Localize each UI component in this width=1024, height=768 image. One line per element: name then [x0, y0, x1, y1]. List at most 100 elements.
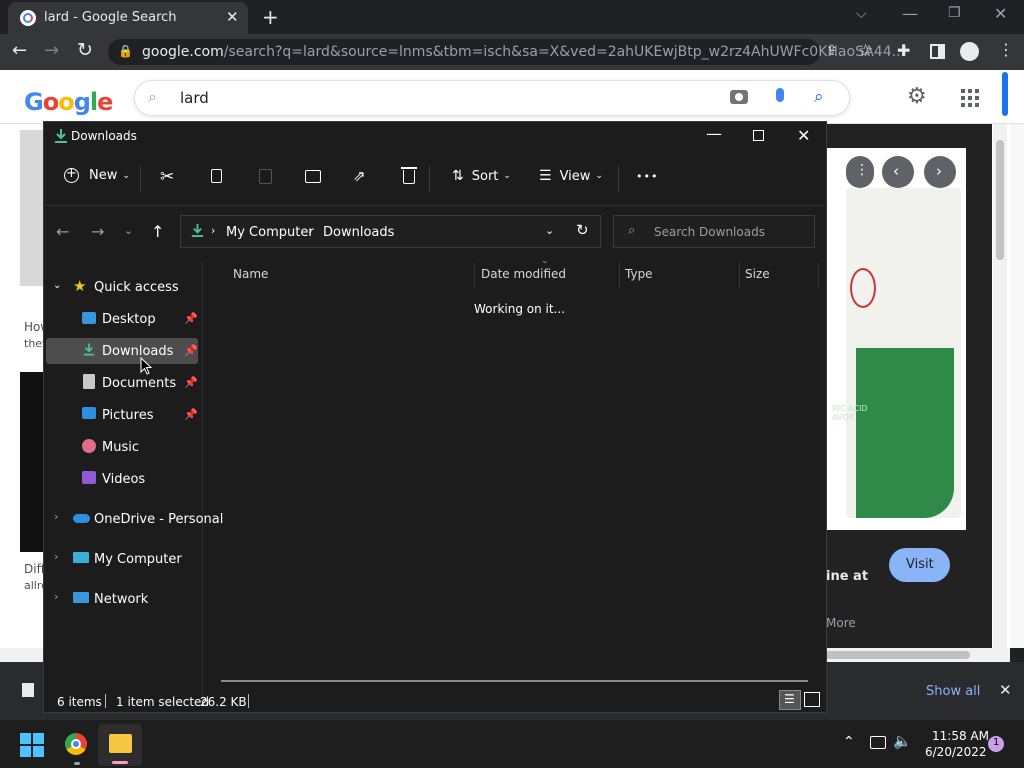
volume-icon[interactable]: 🔈: [893, 732, 912, 750]
url-path: /search?q=lard&source=lnms&tbm=isch&sa=X…: [223, 44, 905, 60]
status-selected: 1 item selected: [116, 695, 210, 709]
search-submit-icon[interactable]: ⌕: [814, 87, 824, 107]
clock-date[interactable]: 6/20/2022: [925, 745, 987, 759]
nav-my-computer[interactable]: My Computer: [94, 552, 182, 567]
page-scrollbar[interactable]: [993, 124, 1007, 648]
visit-button[interactable]: Visit: [889, 548, 950, 582]
nav-forward-icon[interactable]: →: [91, 222, 104, 241]
more-options-icon[interactable]: •••: [636, 170, 658, 183]
rename-icon[interactable]: [305, 170, 321, 183]
nav-videos[interactable]: Videos: [102, 472, 145, 487]
status-divider: [248, 694, 249, 708]
refresh-icon[interactable]: ↻: [576, 221, 589, 239]
forward-arrow-icon[interactable]: →: [44, 40, 59, 61]
explorer-maximize-icon[interactable]: [753, 130, 764, 141]
result-thumbnail[interactable]: [20, 372, 44, 552]
profile-avatar-icon[interactable]: [960, 42, 979, 61]
nav-network[interactable]: Network: [94, 592, 148, 607]
search-icon: ⌕: [148, 87, 157, 106]
nav-back-icon[interactable]: ←: [56, 222, 69, 241]
preview-next-icon[interactable]: ›: [924, 156, 956, 188]
visit-button-label: Visit: [906, 557, 934, 572]
result-thumbnail[interactable]: [20, 130, 44, 286]
column-size[interactable]: Size: [745, 267, 770, 281]
view-button[interactable]: ☰ View ⌄: [539, 168, 603, 184]
clock-time[interactable]: 11:58 AM: [932, 729, 989, 743]
details-view-icon[interactable]: ☰: [779, 690, 801, 710]
camera-search-icon[interactable]: [730, 90, 748, 104]
download-bar-close-icon[interactable]: ✕: [999, 681, 1012, 699]
address-text[interactable]: google.com/search?q=lard&source=lnms&tbm…: [142, 44, 905, 60]
delete-trash-icon[interactable]: [401, 167, 417, 184]
expand-chevron-icon[interactable]: ›: [54, 590, 58, 603]
expand-chevron-icon[interactable]: ›: [54, 510, 58, 523]
nav-up-icon[interactable]: ↑: [151, 222, 164, 241]
restore-icon[interactable]: ❐: [948, 5, 961, 21]
sort-button[interactable]: ⇅ Sort ⌄: [452, 168, 511, 184]
column-type[interactable]: Type: [625, 267, 653, 281]
notification-badge[interactable]: 1: [988, 736, 1004, 752]
google-search-query[interactable]: lard: [180, 89, 209, 107]
minimize-icon[interactable]: —: [902, 4, 918, 23]
google-logo[interactable]: Google: [24, 88, 113, 116]
voice-search-icon[interactable]: [776, 88, 784, 102]
breadcrumb-my-computer[interactable]: My Computer: [226, 225, 314, 240]
content-scrollbar[interactable]: [221, 680, 808, 682]
paste-icon[interactable]: [259, 169, 272, 184]
explorer-minimize-icon[interactable]: —: [706, 124, 722, 143]
browser-tab[interactable]: lard - Google Search ✕: [8, 2, 248, 34]
windows-start-icon[interactable]: [20, 733, 44, 757]
settings-gear-icon[interactable]: ⚙: [907, 84, 927, 109]
status-size: 26.2 KB: [200, 695, 247, 709]
breadcrumb-separator-icon: ›: [211, 224, 216, 237]
nav-downloads[interactable]: Downloads: [102, 344, 173, 359]
recent-locations-icon[interactable]: ⌄: [124, 224, 133, 237]
expand-chevron-icon[interactable]: ⌄: [53, 280, 61, 291]
pin-icon[interactable]: 📌: [184, 344, 198, 357]
new-button[interactable]: + New ⌄: [64, 166, 130, 183]
breadcrumb-downloads[interactable]: Downloads: [323, 225, 394, 240]
more-link[interactable]: More: [826, 616, 856, 630]
network-tray-icon[interactable]: [870, 736, 886, 749]
nav-desktop[interactable]: Desktop: [102, 312, 156, 327]
search-downloads-input[interactable]: ⌕ Search Downloads: [613, 215, 815, 248]
lock-icon[interactable]: 🔒: [118, 44, 133, 58]
reload-icon[interactable]: ↻: [77, 39, 93, 61]
column-date-modified[interactable]: Date modified: [481, 267, 566, 281]
share-icon[interactable]: ⇪: [826, 43, 838, 59]
show-all-button[interactable]: Show all: [926, 684, 980, 699]
nav-onedrive[interactable]: OneDrive - Personal: [94, 512, 223, 527]
address-dropdown-icon[interactable]: ⌄: [545, 224, 554, 237]
tab-search-chevron-icon[interactable]: ⌵: [856, 6, 867, 22]
tray-chevron-icon[interactable]: ⌃: [843, 734, 855, 750]
explorer-close-icon[interactable]: ✕: [797, 126, 810, 145]
column-name[interactable]: Name: [233, 267, 268, 281]
nav-music[interactable]: Music: [102, 440, 139, 455]
side-panel-icon[interactable]: [930, 44, 945, 59]
extensions-puzzle-icon[interactable]: ✚: [897, 41, 910, 60]
share-icon[interactable]: ⇗: [353, 167, 366, 185]
nav-documents[interactable]: Documents: [102, 376, 176, 391]
window-close-icon[interactable]: ✕: [994, 4, 1007, 23]
outer-scrollbar[interactable]: [1010, 124, 1024, 648]
tiles-view-icon[interactable]: [804, 692, 820, 707]
explorer-taskbar-button[interactable]: [98, 724, 142, 766]
preview-image[interactable]: RIC ACID AVOR: [826, 148, 966, 530]
bookmark-star-icon[interactable]: ☆: [858, 41, 873, 61]
nav-quick-access[interactable]: Quick access: [94, 280, 179, 295]
nav-pictures[interactable]: Pictures: [102, 408, 153, 423]
back-arrow-icon[interactable]: ←: [12, 40, 27, 61]
expand-chevron-icon[interactable]: ›: [54, 550, 58, 563]
pin-icon[interactable]: 📌: [184, 376, 198, 389]
apps-grid-icon[interactable]: [961, 89, 979, 107]
chrome-taskbar-icon[interactable]: [65, 733, 87, 755]
cut-icon[interactable]: ✂: [160, 167, 174, 187]
copy-icon[interactable]: [211, 169, 222, 183]
new-tab-icon[interactable]: +: [262, 5, 279, 29]
preview-prev-icon[interactable]: ‹: [882, 156, 914, 188]
pin-icon[interactable]: 📌: [184, 312, 198, 325]
chrome-menu-icon[interactable]: ⋮: [998, 40, 1014, 59]
pin-icon[interactable]: 📌: [184, 408, 198, 421]
preview-menu-icon[interactable]: ⋮: [846, 156, 874, 188]
tab-close-icon[interactable]: ✕: [226, 8, 239, 26]
